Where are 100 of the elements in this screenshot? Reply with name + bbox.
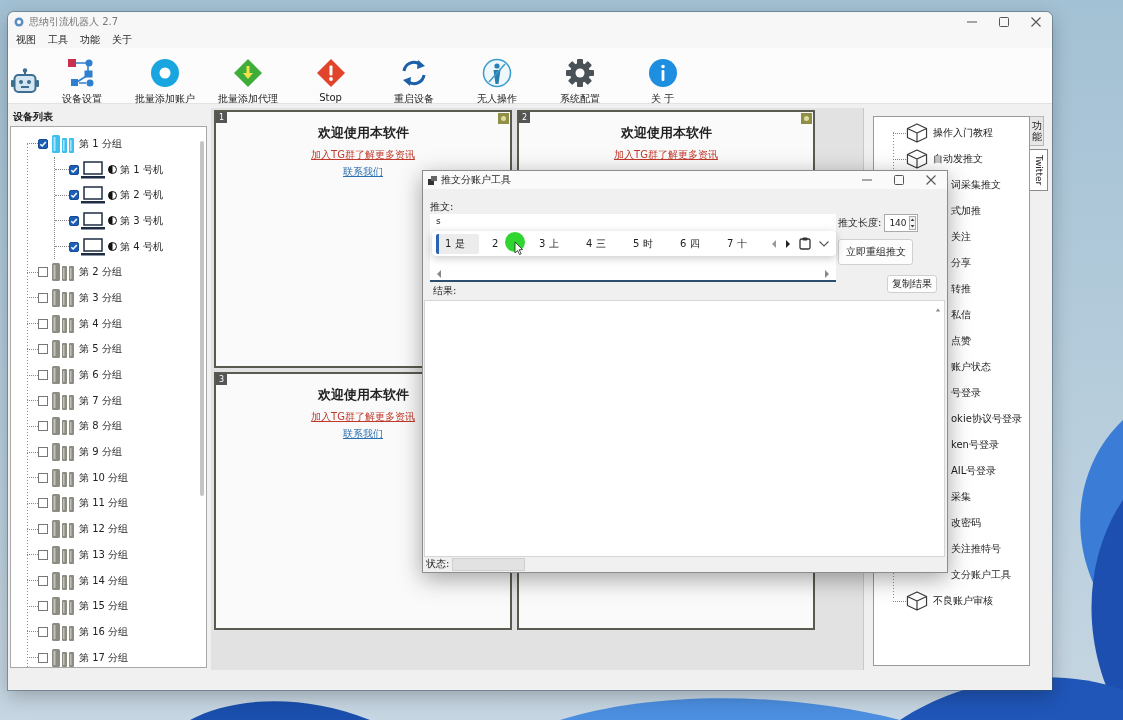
checkbox[interactable] bbox=[38, 267, 48, 278]
checkbox[interactable] bbox=[38, 447, 48, 458]
checkbox[interactable] bbox=[38, 292, 48, 303]
function-item[interactable]: 私信 bbox=[951, 308, 971, 322]
notice-link[interactable]: 加入TG群了解更多资讯 bbox=[311, 410, 415, 424]
function-item[interactable]: 关注推特号 bbox=[951, 542, 1001, 556]
next-page-icon[interactable] bbox=[785, 239, 791, 248]
function-item[interactable]: 词采集推文 bbox=[951, 178, 1001, 192]
checkbox[interactable] bbox=[38, 344, 48, 355]
group-label[interactable]: 第 4 分组 bbox=[79, 316, 122, 331]
checkbox[interactable] bbox=[69, 241, 79, 252]
toolbar-button[interactable]: 系统配置 bbox=[538, 48, 621, 106]
group-label[interactable]: 第 10 分组 bbox=[79, 470, 129, 485]
ime-candidate[interactable]: 4 三 bbox=[577, 233, 612, 254]
checkbox[interactable] bbox=[38, 626, 48, 637]
toolbar-button[interactable]: 批量添加代理 bbox=[206, 48, 289, 106]
group-label[interactable]: 第 7 分组 bbox=[79, 393, 122, 408]
function-item[interactable]: 采集 bbox=[951, 490, 971, 504]
function-item[interactable]: 文分账户工具 bbox=[951, 568, 1011, 582]
function-item[interactable]: 点赞 bbox=[951, 334, 971, 348]
regroup-button[interactable]: 立即重组推文 bbox=[838, 239, 913, 265]
checkbox[interactable] bbox=[38, 498, 48, 509]
toolbar-button[interactable]: 无人操作 bbox=[455, 48, 538, 106]
checkbox[interactable] bbox=[38, 370, 48, 381]
function-item[interactable]: 操作入门教程 bbox=[933, 126, 993, 140]
function-item[interactable]: 号登录 bbox=[951, 386, 981, 400]
checkbox[interactable] bbox=[38, 318, 48, 329]
toolbar-button[interactable]: 重启设备 bbox=[372, 48, 455, 106]
function-item[interactable]: okie协议号登录 bbox=[951, 412, 1022, 426]
scroll-up-icon[interactable] bbox=[935, 307, 941, 313]
group-label[interactable]: 第 16 分组 bbox=[79, 624, 129, 639]
group-label[interactable]: 第 11 分组 bbox=[79, 496, 129, 511]
ime-candidate[interactable]: 3 上 bbox=[530, 233, 565, 254]
checkbox[interactable] bbox=[38, 524, 48, 535]
group-label[interactable]: 第 1 分组 bbox=[79, 136, 122, 151]
group-label[interactable]: 第 14 分组 bbox=[79, 573, 129, 588]
group-label[interactable]: 第 13 分组 bbox=[79, 547, 129, 562]
previous-page-icon[interactable] bbox=[771, 239, 777, 248]
toolbar-button[interactable]: 设备设置 bbox=[40, 48, 123, 106]
device-label[interactable]: 第 1 号机 bbox=[120, 162, 163, 177]
length-spinner[interactable]: 140 bbox=[884, 214, 919, 232]
menu-item[interactable]: 视图 bbox=[10, 33, 42, 47]
function-item[interactable]: 关注 bbox=[951, 230, 971, 244]
checkbox[interactable] bbox=[69, 164, 79, 175]
contact-link[interactable]: 联系我们 bbox=[343, 165, 383, 179]
function-item[interactable]: 账户状态 bbox=[951, 360, 991, 374]
spinner-arrows-icon[interactable] bbox=[909, 216, 917, 230]
copy-button[interactable]: 复制结果 bbox=[887, 275, 937, 293]
checkbox[interactable] bbox=[38, 395, 48, 406]
function-item[interactable]: 改密码 bbox=[951, 516, 981, 530]
notice-link[interactable]: 加入TG群了解更多资讯 bbox=[311, 148, 415, 162]
group-label[interactable]: 第 6 分组 bbox=[79, 368, 122, 383]
checkbox[interactable] bbox=[69, 215, 79, 226]
menu-item[interactable]: 关于 bbox=[106, 33, 138, 47]
group-label[interactable]: 第 17 分组 bbox=[79, 650, 129, 665]
toolbar-button[interactable]: 关 于 bbox=[621, 48, 704, 106]
checkbox[interactable] bbox=[38, 549, 48, 560]
checkbox[interactable] bbox=[38, 575, 48, 586]
menu-item[interactable]: 工具 bbox=[42, 33, 74, 47]
function-item[interactable]: 自动发推文 bbox=[933, 152, 983, 166]
toolbar-button[interactable]: 批量添加账户 bbox=[123, 48, 206, 106]
device-label[interactable]: 第 3 号机 bbox=[120, 213, 163, 228]
scroll-left-icon[interactable] bbox=[436, 270, 442, 278]
function-item[interactable]: ken号登录 bbox=[951, 438, 999, 452]
function-item[interactable]: 式加推 bbox=[951, 204, 981, 218]
checkbox[interactable] bbox=[69, 190, 79, 201]
ime-candidate[interactable]: 5 时 bbox=[624, 233, 659, 254]
function-item[interactable]: 不良账户审核 bbox=[933, 594, 993, 608]
function-item[interactable]: 分享 bbox=[951, 256, 971, 270]
function-item[interactable]: 转推 bbox=[951, 282, 971, 296]
group-label[interactable]: 第 12 分组 bbox=[79, 522, 129, 537]
clipboard-icon[interactable] bbox=[799, 237, 811, 250]
scroll-right-icon[interactable] bbox=[824, 270, 830, 278]
group-label[interactable]: 第 9 分组 bbox=[79, 445, 122, 460]
checkbox[interactable] bbox=[38, 421, 48, 432]
group-label[interactable]: 第 3 分组 bbox=[79, 290, 122, 305]
scrollbar-thumb[interactable] bbox=[199, 141, 204, 496]
tab[interactable]: 功能 bbox=[1030, 116, 1044, 146]
group-label[interactable]: 第 5 分组 bbox=[79, 342, 122, 357]
checkbox[interactable] bbox=[38, 138, 48, 149]
checkbox[interactable] bbox=[38, 472, 48, 483]
checkbox[interactable] bbox=[38, 601, 48, 612]
function-item[interactable]: AIL号登录 bbox=[951, 464, 997, 478]
ime-candidate[interactable]: 1 是 bbox=[436, 233, 479, 254]
device-label[interactable]: 第 2 号机 bbox=[120, 188, 163, 203]
ime-candidate[interactable]: 6 四 bbox=[671, 233, 706, 254]
toolbar-button[interactable]: Stop bbox=[289, 48, 372, 103]
welcome-title: 欢迎使用本软件 bbox=[620, 124, 712, 142]
menu-item[interactable]: 功能 bbox=[74, 33, 106, 47]
notice-link[interactable]: 加入TG群了解更多资讯 bbox=[614, 148, 718, 162]
device-label[interactable]: 第 4 号机 bbox=[120, 239, 163, 254]
contact-link[interactable]: 联系我们 bbox=[343, 427, 383, 441]
checkbox[interactable] bbox=[38, 652, 48, 663]
ime-candidate[interactable]: 7 十 bbox=[718, 233, 753, 254]
tab[interactable]: Twitter bbox=[1030, 149, 1048, 192]
group-label[interactable]: 第 2 分组 bbox=[79, 265, 122, 280]
chevron-down-icon[interactable] bbox=[819, 240, 829, 247]
ime-candidate[interactable]: 2 bbox=[483, 235, 505, 252]
group-label[interactable]: 第 15 分组 bbox=[79, 599, 129, 614]
group-label[interactable]: 第 8 分组 bbox=[79, 419, 122, 434]
